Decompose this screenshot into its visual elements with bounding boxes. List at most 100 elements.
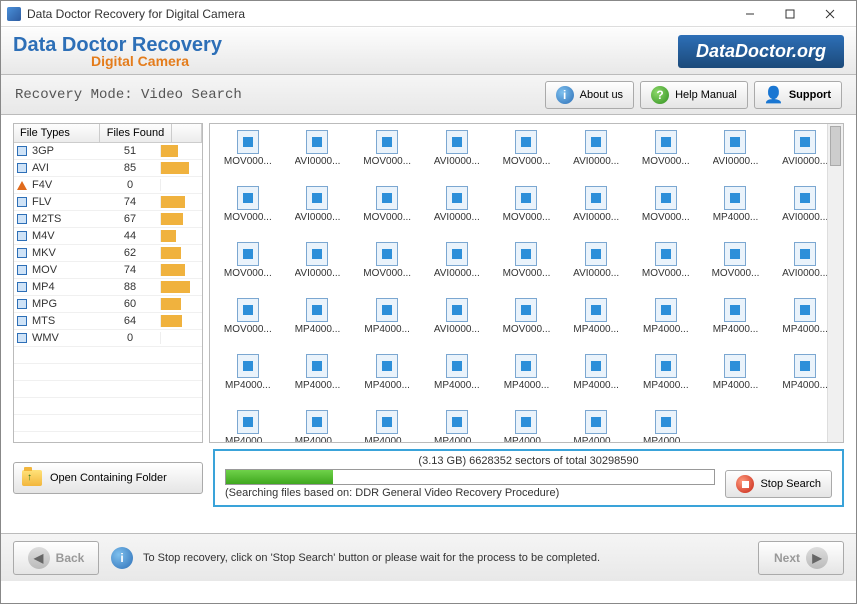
file-item[interactable]: MP4000... (353, 298, 421, 352)
file-item[interactable]: MOV000... (353, 130, 421, 184)
file-item[interactable]: MP4000... (632, 354, 700, 408)
help-button[interactable]: ? Help Manual (640, 81, 748, 109)
file-item[interactable]: MP4000... (632, 298, 700, 352)
file-item[interactable]: AVI0000... (562, 130, 630, 184)
file-label: MP4000... (643, 380, 689, 391)
maximize-button[interactable] (770, 3, 810, 25)
file-item[interactable]: MP4000... (632, 410, 700, 442)
file-item[interactable]: MOV000... (214, 130, 282, 184)
file-item[interactable]: MOV000... (214, 298, 282, 352)
filetype-name: AVI (30, 162, 100, 174)
file-item[interactable]: MP4000... (353, 410, 421, 442)
file-item[interactable]: MP4000... (702, 186, 770, 240)
filetype-icon (14, 231, 30, 241)
filetype-row[interactable]: 3GP51 (14, 143, 202, 160)
open-folder-button[interactable]: ↑ Open Containing Folder (13, 462, 203, 494)
file-item[interactable]: MP4000... (493, 410, 561, 442)
file-item[interactable]: AVI0000... (702, 130, 770, 184)
file-item[interactable]: MOV000... (493, 242, 561, 296)
file-thumb (376, 186, 398, 210)
scrollbar[interactable] (827, 124, 843, 442)
files-grid[interactable]: MOV000...AVI0000...MOV000...AVI0000...MO… (210, 124, 843, 442)
filetype-icon (14, 197, 30, 207)
file-item[interactable]: AVI0000... (423, 242, 491, 296)
file-item[interactable]: MP4000... (702, 354, 770, 408)
support-button[interactable]: 👤 Support (754, 81, 842, 109)
file-item[interactable]: MP4000... (353, 354, 421, 408)
file-label: MP4000... (643, 324, 689, 335)
filetype-row[interactable]: MOV74 (14, 262, 202, 279)
file-item[interactable]: AVI0000... (423, 298, 491, 352)
file-item[interactable]: AVI0000... (284, 186, 352, 240)
file-item[interactable]: MOV000... (632, 242, 700, 296)
file-item[interactable]: MP4000... (562, 298, 630, 352)
filetype-row[interactable]: FLV74 (14, 194, 202, 211)
file-item[interactable]: MP4000... (562, 354, 630, 408)
about-button[interactable]: i About us (545, 81, 634, 109)
filetype-count: 88 (100, 281, 160, 293)
file-item[interactable]: MP4000... (702, 298, 770, 352)
arrow-right-icon: ▶ (806, 547, 828, 569)
file-item[interactable]: MOV000... (353, 186, 421, 240)
file-item[interactable]: AVI0000... (562, 186, 630, 240)
file-item[interactable]: MOV000... (214, 242, 282, 296)
file-item[interactable]: MP4000... (284, 410, 352, 442)
file-item[interactable]: AVI0000... (284, 242, 352, 296)
filetype-row[interactable]: MTS64 (14, 313, 202, 330)
progress-panel: (3.13 GB) 6628352 sectors of total 30298… (213, 449, 844, 507)
file-item[interactable]: MP4000... (493, 354, 561, 408)
file-item[interactable]: AVI0000... (423, 130, 491, 184)
file-label: MP4000... (713, 324, 759, 335)
filetype-row[interactable]: MP488 (14, 279, 202, 296)
open-folder-label: Open Containing Folder (50, 472, 167, 484)
file-item[interactable]: MP4000... (214, 354, 282, 408)
file-thumb (306, 354, 328, 378)
minimize-button[interactable] (730, 3, 770, 25)
col-filetypes[interactable]: File Types (14, 124, 100, 142)
filetype-row[interactable]: MPG60 (14, 296, 202, 313)
file-item[interactable]: MP4000... (284, 354, 352, 408)
file-item[interactable]: AVI0000... (423, 186, 491, 240)
filetype-row[interactable]: M2TS67 (14, 211, 202, 228)
file-thumb (306, 298, 328, 322)
next-button[interactable]: Next ▶ (758, 541, 844, 575)
file-thumb (446, 298, 468, 322)
file-item[interactable]: MP4000... (562, 410, 630, 442)
file-item[interactable]: AVI0000... (284, 130, 352, 184)
file-label: MOV000... (503, 268, 551, 279)
file-thumb (585, 410, 607, 434)
file-item[interactable]: MOV000... (353, 242, 421, 296)
file-thumb (655, 130, 677, 154)
close-button[interactable] (810, 3, 850, 25)
file-item[interactable]: MOV000... (702, 242, 770, 296)
file-item[interactable]: AVI0000... (562, 242, 630, 296)
scroll-thumb[interactable] (830, 126, 841, 166)
help-icon: ? (651, 86, 669, 104)
file-item[interactable]: MOV000... (632, 130, 700, 184)
file-item[interactable]: MP4000... (423, 354, 491, 408)
file-item[interactable]: MP4000... (214, 410, 282, 442)
file-label: MP4000... (364, 436, 410, 442)
file-item[interactable]: MP4000... (423, 410, 491, 442)
file-item[interactable]: MOV000... (493, 186, 561, 240)
filetype-row-empty (14, 415, 202, 432)
file-item[interactable]: MOV000... (632, 186, 700, 240)
stop-search-button[interactable]: Stop Search (725, 470, 832, 498)
filetype-row[interactable]: WMV0 (14, 330, 202, 347)
file-item[interactable]: MOV000... (493, 298, 561, 352)
progress-bar (225, 469, 715, 485)
filetype-row[interactable]: MKV62 (14, 245, 202, 262)
filetype-row-empty (14, 347, 202, 364)
filetype-row[interactable]: F4V0 (14, 177, 202, 194)
stop-icon (736, 475, 754, 493)
file-item[interactable]: MOV000... (493, 130, 561, 184)
filetype-row-empty (14, 364, 202, 381)
file-item[interactable]: MOV000... (214, 186, 282, 240)
col-filesfound[interactable]: Files Found (100, 124, 172, 142)
filetype-row[interactable]: AVI85 (14, 160, 202, 177)
site-badge[interactable]: DataDoctor.org (678, 35, 844, 68)
back-button[interactable]: ◀ Back (13, 541, 99, 575)
file-item[interactable]: MP4000... (284, 298, 352, 352)
filetype-row[interactable]: M4V44 (14, 228, 202, 245)
app-icon (7, 7, 21, 21)
